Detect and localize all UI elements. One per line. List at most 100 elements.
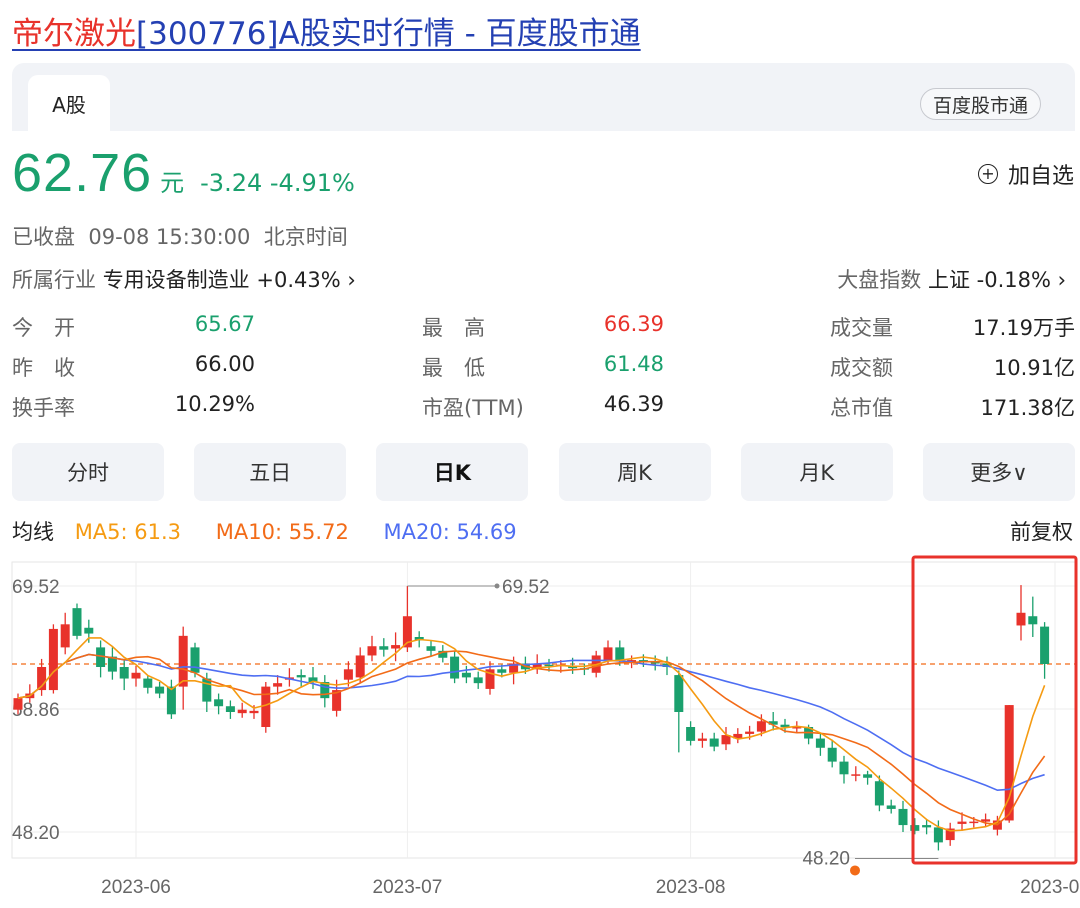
tab-more[interactable]: 更多∨ bbox=[922, 443, 1075, 501]
moving-average-legend: 均线 MA5: 61.3 MA10: 55.72 MA20: 54.69 前复权 bbox=[12, 516, 1075, 546]
stat-prev-close: 66.00 bbox=[194, 352, 255, 376]
candle-body bbox=[1040, 626, 1050, 664]
stat-prev-close-label: 昨 收 bbox=[12, 356, 75, 380]
tab-a-share[interactable]: A股 bbox=[28, 75, 110, 131]
ma-label: 均线 bbox=[12, 520, 54, 544]
tab-monthly-k[interactable]: 月K bbox=[740, 443, 893, 501]
stock-name[interactable]: 帝尔激光 bbox=[12, 16, 136, 52]
ma10-value: MA10: 55.72 bbox=[215, 520, 349, 544]
candle-body bbox=[461, 672, 471, 678]
stat-amount: 10.91亿 bbox=[993, 356, 1075, 380]
industry-value[interactable]: 专用设备制造业 +0.43% › bbox=[103, 268, 356, 292]
candle-body bbox=[214, 699, 224, 707]
x-tick-label: 2023-09 bbox=[1020, 877, 1080, 898]
candle-body bbox=[1016, 612, 1026, 626]
ma10-line bbox=[17, 650, 1046, 826]
tab-intraday[interactable]: 分时 bbox=[12, 443, 164, 501]
stat-mktcap: 171.38亿 bbox=[980, 396, 1075, 420]
market-tab-bar: A股 百度股市通 bbox=[12, 63, 1075, 131]
candle-body bbox=[131, 672, 141, 679]
candle-body bbox=[674, 675, 684, 712]
adjust-toggle[interactable]: 前复权 bbox=[1010, 516, 1073, 546]
max-annotation-dot bbox=[494, 583, 500, 589]
candle-body bbox=[225, 706, 235, 712]
change-percent: -4.91% bbox=[269, 169, 355, 197]
stat-mktcap-label: 总市值 bbox=[830, 396, 893, 420]
candle-body bbox=[745, 731, 755, 734]
y-tick-label: 48.20 bbox=[12, 823, 60, 844]
index-link[interactable]: 大盘指数 上证 -0.18% › bbox=[837, 264, 1066, 294]
candle-body bbox=[898, 808, 908, 826]
candle-body bbox=[969, 821, 979, 824]
stock-code-title[interactable]: [300776]A股实时行情 - 百度股市通 bbox=[136, 16, 641, 52]
status-text: 已收盘 bbox=[12, 225, 75, 249]
candle-body bbox=[202, 678, 212, 702]
candle-body bbox=[863, 774, 873, 778]
x-tick-label: 2023-07 bbox=[373, 877, 443, 898]
candle-body bbox=[709, 738, 719, 747]
ma5-value: MA5: 61.3 bbox=[74, 520, 182, 544]
market-status: 已收盘 09-08 15:30:00 北京时间 bbox=[12, 221, 348, 251]
min-annotation-label: 48.20 bbox=[802, 848, 850, 869]
candle-body bbox=[273, 683, 283, 687]
candle-body bbox=[473, 677, 483, 684]
stat-amount-label: 成交额 bbox=[830, 356, 893, 380]
candle-body bbox=[119, 667, 129, 679]
candle-body bbox=[933, 827, 943, 843]
stat-open: 65.67 bbox=[194, 312, 255, 336]
candle-body bbox=[72, 608, 82, 636]
candle-body bbox=[874, 781, 884, 806]
stat-pe: 46.39 bbox=[603, 392, 664, 416]
period-tabs: 分时 五日 日K 周K 月K 更多∨ bbox=[12, 443, 1075, 501]
candle-body bbox=[851, 774, 861, 776]
tab-five-day[interactable]: 五日 bbox=[194, 443, 347, 501]
index-value[interactable]: 上证 -0.18% › bbox=[928, 268, 1066, 292]
x-tick-label: 2023-06 bbox=[101, 877, 171, 898]
stat-volume-label: 成交量 bbox=[830, 316, 893, 340]
candle-body bbox=[756, 721, 766, 732]
ma20-line bbox=[17, 653, 1045, 792]
status-time: 09-08 15:30:00 bbox=[88, 225, 251, 249]
candle-body bbox=[84, 627, 94, 634]
plus-circle-icon: + bbox=[977, 164, 998, 184]
ma20-value: MA20: 54.69 bbox=[383, 520, 517, 544]
candle-body bbox=[60, 624, 70, 648]
candle-body bbox=[367, 646, 377, 656]
tab-daily-k[interactable]: 日K bbox=[376, 443, 529, 501]
stat-high: 66.39 bbox=[603, 312, 664, 336]
candle-body bbox=[296, 675, 306, 678]
candle-body bbox=[343, 669, 353, 680]
candle-body bbox=[839, 761, 849, 775]
stat-high-label: 最 高 bbox=[422, 316, 485, 340]
source-badge-button[interactable]: 百度股市通 bbox=[919, 88, 1041, 120]
candle-body bbox=[922, 825, 932, 828]
candlestick-chart[interactable]: 2023-062023-072023-082023-0969.5258.8648… bbox=[0, 548, 1080, 908]
tab-weekly-k[interactable]: 周K bbox=[558, 443, 711, 501]
change-value: -3.24 bbox=[200, 169, 263, 197]
current-price: 62.76 bbox=[12, 143, 153, 203]
candle-body bbox=[686, 727, 696, 741]
stat-low-label: 最 低 bbox=[422, 356, 485, 380]
add-watchlist-button[interactable]: + 加自选 bbox=[977, 158, 1074, 190]
stat-pe-label: 市盈(TTM) bbox=[422, 396, 524, 420]
candle-body bbox=[143, 678, 153, 688]
chart-svg[interactable]: 2023-062023-072023-082023-0969.5258.8648… bbox=[0, 548, 1080, 908]
highlight-box bbox=[911, 555, 1078, 865]
stat-volume: 17.19万手 bbox=[972, 316, 1075, 340]
stat-low: 61.48 bbox=[603, 352, 664, 376]
candle-body bbox=[261, 686, 271, 727]
candle-body bbox=[237, 709, 247, 714]
candle-body bbox=[815, 738, 825, 748]
stats-grid: 今 开 65.67 昨 收 66.00 换手率 10.29% 最 高 66.39… bbox=[12, 308, 1075, 428]
candle-body bbox=[450, 656, 460, 679]
candle-body bbox=[827, 747, 837, 762]
candle-body bbox=[957, 821, 967, 824]
candle-body bbox=[190, 647, 200, 673]
page-title-link[interactable]: 帝尔激光[300776]A股实时行情 - 百度股市通 bbox=[12, 8, 641, 53]
candle-body bbox=[886, 805, 896, 809]
industry-link[interactable]: 所属行业 专用设备制造业 +0.43% › bbox=[12, 264, 356, 294]
candle-body bbox=[1028, 616, 1038, 625]
candle-body bbox=[48, 628, 58, 691]
candle-body bbox=[178, 635, 188, 687]
x-tick-label: 2023-08 bbox=[656, 877, 726, 898]
